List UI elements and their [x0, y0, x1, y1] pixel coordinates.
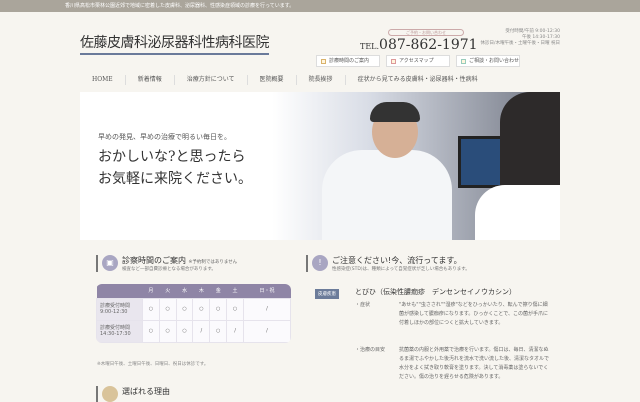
cell: ○ [209, 319, 228, 343]
hours-guide-button[interactable]: 診療時間のご案内 [316, 55, 380, 67]
nav-policy[interactable]: 治療方針について [175, 75, 248, 85]
schedule-footnote: ※木曜日午後、土曜日午後、日曜日、祝日は休診です。 [97, 362, 209, 367]
schedule-title: 診察時間のご案内 [122, 256, 186, 265]
clock-icon [321, 58, 326, 64]
cell: ○ [192, 297, 211, 321]
cell: ○ [175, 297, 194, 321]
calendar-icon: ▣ [102, 255, 118, 271]
cell: ○ [158, 297, 177, 321]
day-header: 金 [209, 284, 227, 298]
schedule-note: ※予約制ではありません [188, 260, 238, 265]
map-icon [391, 58, 396, 64]
access-map-button[interactable]: アクセスマップ [386, 55, 450, 67]
nav-news[interactable]: 新着情報 [126, 75, 175, 85]
button-label: 診療時間のご案内 [329, 58, 370, 64]
cell: ○ [142, 297, 160, 321]
cell: / [192, 319, 211, 343]
alert-title: ご注意ください!今、流行ってます。 [332, 256, 462, 265]
button-label: アクセスマップ [399, 58, 434, 64]
clinic-logo[interactable]: 佐藤皮膚科泌尿器科性病科医院 [80, 32, 270, 55]
header-hours: 受付時間/午前 9:00-12:30 午後 14:30-17:30 休診日/木曜… [470, 29, 560, 47]
label2: 14:30-17:30 [100, 331, 131, 337]
cell: ○ [142, 319, 160, 343]
alert-sub: 性感染症(STD)は、種類によって自覚症状が乏しい場合もあります。 [332, 267, 470, 272]
tel-prefix: TEL. [360, 42, 380, 51]
corner [96, 284, 143, 298]
main-nav: HOME 新着情報 治療方針について 医院概要 院長挨拶 症状から見てみる皮膚科… [80, 70, 560, 90]
doctor-image [322, 150, 452, 240]
cell: ○ [209, 297, 228, 321]
phone-number: TEL.087-862-1971 [360, 37, 478, 53]
row-label: 診療受付時間 14:30-17:30 [96, 319, 143, 343]
schedule-table: 月火水木金土日・祝 診療受付時間 9:00-12:30 ○ ○ ○ ○ ○ ○ / 診療受付時… [96, 284, 291, 343]
button-label: ご相談・お問い合わせ [469, 58, 520, 64]
nav-home[interactable]: HOME [80, 75, 126, 85]
tel-value: 087-862-1971 [379, 37, 478, 53]
tel-note: ご予約・お問い合わせ [388, 29, 464, 36]
disease-title[interactable]: とびひ（伝染性膿痂疹 デンセンセイノウカシン） [355, 287, 516, 297]
hours-line: 休診日/木曜午後・土曜午後・日曜 祝日 [480, 41, 560, 46]
cell: ○ [158, 319, 177, 343]
table-row: 診療受付時間 9:00-12:30 ○ ○ ○ ○ ○ ○ / [96, 297, 291, 321]
exclamation-icon: ! [312, 255, 328, 271]
day-header: 土 [226, 284, 244, 298]
cell: / [226, 319, 244, 343]
hero-title-line2: お気軽に来院ください。 [98, 171, 252, 187]
day-header: 月 [142, 284, 160, 298]
schedule-heading: ▣ 診察時間のご案内 ※予約制ではありません 検査など一部自費診療となる場合があ… [96, 255, 237, 272]
alert-heading: ! ご注意ください!今、流行ってます。 性感染症(STD)は、種類によって自覚症… [306, 255, 470, 272]
nav-symptoms[interactable]: 症状から見てみる皮膚科・泌尿器科・性病科 [346, 75, 490, 85]
label2: 9:00-12:30 [100, 309, 128, 315]
site-tagline: 香川県高松市栗林公園近郊で地域に密着した皮膚科、泌尿器科、性感染症領域の診療を行… [0, 0, 640, 12]
day-header: 日・祝 [243, 284, 291, 298]
row-key: ・症状 [355, 302, 371, 308]
nav-about[interactable]: 医院概要 [248, 75, 297, 85]
mail-icon [461, 58, 466, 64]
contact-button[interactable]: ご相談・お問い合わせ [456, 55, 520, 67]
doctor-hair [370, 102, 420, 122]
cell: / [242, 297, 291, 321]
row-value: 抗菌薬の内服と外用薬で治療を行います。傷口は、毎日、清潔なぬるま湯でふやかした後… [399, 347, 550, 380]
cell: ○ [226, 297, 244, 321]
nav-greeting[interactable]: 院長挨拶 [297, 75, 346, 85]
table-row: 診療受付時間 14:30-17:30 ○ ○ ○ / ○ / / [96, 319, 291, 343]
nurse-uniform [475, 185, 560, 240]
hero-title-line1: おかしいな?と思ったら [98, 149, 246, 165]
category-badge: 皮膚疾患 [315, 289, 339, 299]
hero-subtitle: 早めの発見、早めの治療で明るい毎日を。 [98, 133, 231, 141]
day-header: 木 [192, 284, 210, 298]
day-header: 水 [176, 284, 193, 298]
day-header: 火 [159, 284, 177, 298]
row-label: 診療受付時間 9:00-12:30 [96, 297, 143, 321]
row-key: ・治療の目安 [355, 347, 386, 353]
schedule-sub: 検査など一部自費診療となる場合があります。 [122, 267, 216, 272]
cell: ○ [175, 319, 194, 343]
row-value: "あせも""虫さされ""湿疹"などをひっかいたり、転んで擦り傷に細菌が感染して膿… [399, 302, 549, 326]
cell: / [242, 319, 291, 343]
